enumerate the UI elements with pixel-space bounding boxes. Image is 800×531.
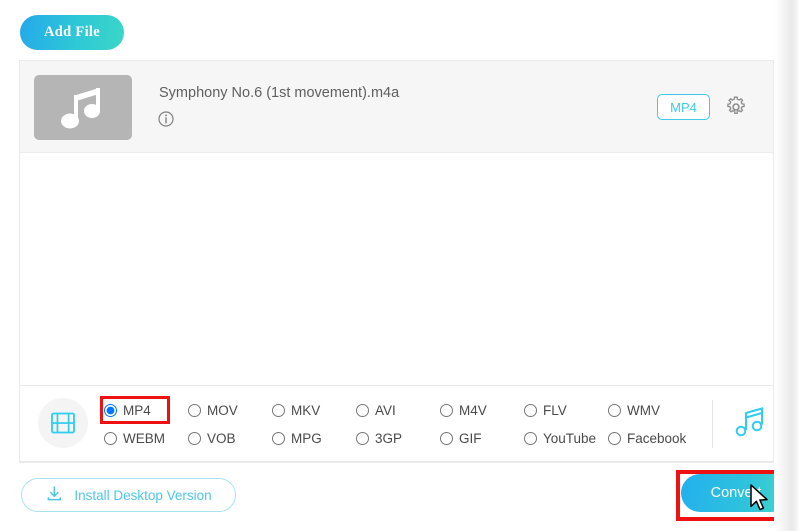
format-options-grid: MP4 WEBM MOV VOB MKV — [104, 396, 704, 452]
format-radio-mov[interactable] — [188, 404, 201, 417]
format-option-facebook[interactable]: Facebook — [608, 431, 692, 446]
install-button-label: Install Desktop Version — [74, 488, 211, 503]
format-label: MOV — [207, 403, 238, 418]
info-icon[interactable] — [158, 111, 174, 127]
format-label: M4V — [459, 403, 487, 418]
format-label: Facebook — [627, 431, 686, 446]
format-radio-mp4[interactable] — [104, 404, 117, 417]
file-drop-area[interactable] — [20, 153, 773, 385]
format-option-3gp[interactable]: 3GP — [356, 431, 440, 446]
install-desktop-version-button[interactable]: Install Desktop Version — [21, 478, 236, 512]
format-label: AVI — [375, 403, 396, 418]
bottom-action-bar: Install Desktop Version Convert — [19, 464, 774, 524]
format-label: MPG — [291, 431, 322, 446]
format-radio-webm[interactable] — [104, 432, 117, 445]
format-option-wmv[interactable]: WMV — [608, 403, 692, 418]
gear-icon[interactable] — [724, 95, 748, 119]
music-note-outline-icon[interactable] — [734, 402, 774, 446]
format-radio-m4v[interactable] — [440, 404, 453, 417]
format-label: WEBM — [123, 431, 165, 446]
format-radio-gif[interactable] — [440, 432, 453, 445]
format-option-vob[interactable]: VOB — [188, 431, 272, 446]
format-label: VOB — [207, 431, 236, 446]
format-label: GIF — [459, 431, 482, 446]
file-list-row[interactable]: Symphony No.6 (1st movement).m4a MP4 — [20, 61, 773, 153]
format-label: MKV — [291, 403, 320, 418]
format-radio-flv[interactable] — [524, 404, 537, 417]
format-option-avi[interactable]: AVI — [356, 403, 440, 418]
format-radio-facebook[interactable] — [608, 432, 621, 445]
format-option-m4v[interactable]: M4V — [440, 403, 524, 418]
format-label: WMV — [627, 403, 660, 418]
format-radio-youtube[interactable] — [524, 432, 537, 445]
format-radio-3gp[interactable] — [356, 432, 369, 445]
add-file-button[interactable]: Add File — [20, 15, 124, 50]
format-option-webm[interactable]: WEBM — [104, 431, 188, 446]
format-option-mkv[interactable]: MKV — [272, 403, 356, 418]
app-window: Add File Symphony No.6 (1st movement).m4… — [0, 0, 800, 531]
format-option-mp4[interactable]: MP4 — [104, 403, 188, 418]
format-option-mpg[interactable]: MPG — [272, 431, 356, 446]
format-radio-mkv[interactable] — [272, 404, 285, 417]
file-thumbnail — [34, 75, 132, 140]
file-name-label: Symphony No.6 (1st movement).m4a — [159, 85, 399, 101]
format-radio-avi[interactable] — [356, 404, 369, 417]
format-option-mov[interactable]: MOV — [188, 403, 272, 418]
format-label: YouTube — [543, 431, 596, 446]
film-strip-icon[interactable] — [38, 398, 88, 448]
output-format-strip: MP4 WEBM MOV VOB MKV — [20, 385, 773, 462]
format-radio-mpg[interactable] — [272, 432, 285, 445]
file-output-format-badge[interactable]: MP4 — [657, 94, 710, 120]
format-divider — [712, 400, 713, 448]
format-label: FLV — [543, 403, 567, 418]
format-option-youtube[interactable]: YouTube — [524, 431, 608, 446]
window-edge-shadow — [774, 0, 800, 531]
format-label: 3GP — [375, 431, 402, 446]
format-label: MP4 — [123, 403, 151, 418]
format-radio-vob[interactable] — [188, 432, 201, 445]
format-option-gif[interactable]: GIF — [440, 431, 524, 446]
format-option-flv[interactable]: FLV — [524, 403, 608, 418]
download-icon — [45, 484, 64, 506]
main-panel: Symphony No.6 (1st movement).m4a MP4 — [19, 60, 774, 463]
format-radio-wmv[interactable] — [608, 404, 621, 417]
top-toolbar: Add File — [0, 0, 775, 55]
